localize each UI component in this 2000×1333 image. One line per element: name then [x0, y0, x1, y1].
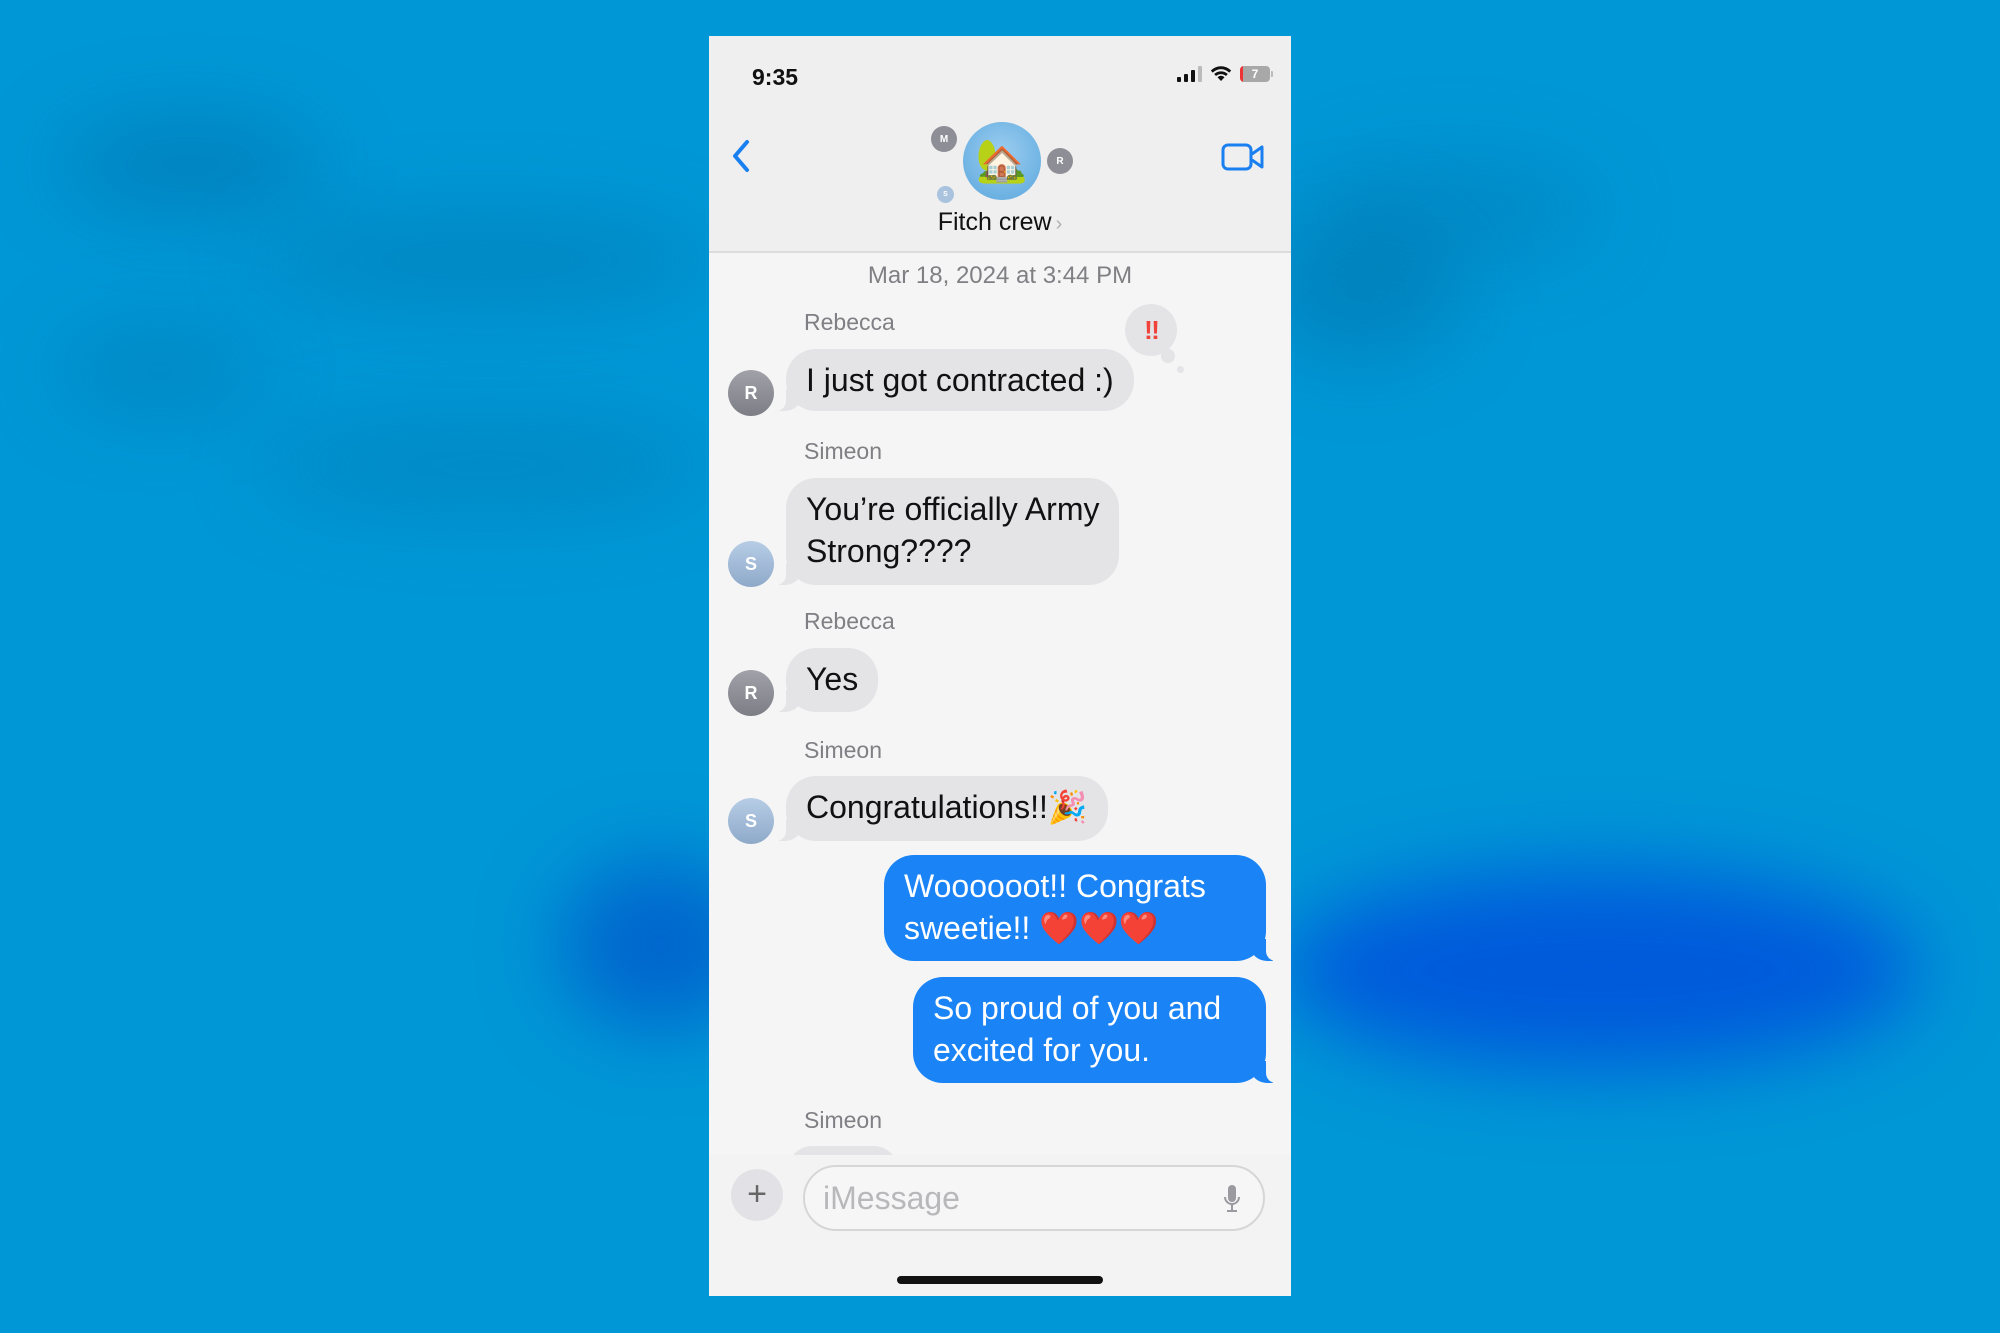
member-avatar-r: R [1047, 148, 1073, 174]
avatar-simeon[interactable]: S [728, 541, 774, 587]
message-text-line: You’re officially Army [806, 491, 1100, 527]
microphone-icon [1224, 1185, 1240, 1212]
message-text: Yes [806, 661, 859, 697]
message-text: Congratulations!!🎉 [806, 789, 1088, 825]
facetime-video-button[interactable] [1221, 142, 1265, 172]
conversation-header: 9:35 7 M 🏡 R S Fitch crew › [709, 36, 1291, 253]
message-bubble-incoming[interactable]: Yes [771, 648, 879, 712]
message-bubble-outgoing[interactable]: Woooooot!! Congrats sweetie!! ❤️❤️❤️ [884, 855, 1280, 961]
message-text-line: excited for you. [933, 1032, 1150, 1068]
back-button[interactable] [727, 136, 757, 176]
group-name: Fitch crew [937, 208, 1052, 236]
battery-level: 7 [1240, 66, 1270, 82]
message-text-line: sweetie!! ❤️❤️❤️ [904, 910, 1159, 946]
house-icon: 🏡 [975, 136, 1029, 184]
background-blob [60, 120, 320, 210]
chevron-right-icon: › [1055, 213, 1063, 235]
sender-name: Simeon [804, 1107, 882, 1133]
avatar-simeon[interactable]: S [728, 798, 774, 844]
conversation-timestamp: Mar 18, 2024 at 3:44 PM [867, 262, 1133, 289]
sender-name: Rebecca [804, 309, 895, 335]
chevron-left-icon [733, 140, 749, 172]
sender-name: Rebecca [804, 608, 895, 634]
message-bubble-incoming[interactable]: Congratulations!!🎉 [772, 776, 1108, 841]
message-bubble-incoming[interactable]: I just got contracted :) [772, 349, 1134, 411]
background-blob [260, 420, 710, 510]
group-avatar[interactable]: 🏡 [963, 122, 1041, 200]
home-indicator[interactable] [897, 1276, 1103, 1284]
avatar-rebecca[interactable]: R [728, 670, 774, 716]
sender-name: Simeon [804, 438, 882, 464]
message-text-line: Woooooot!! Congrats [904, 868, 1206, 904]
group-name-button[interactable]: Fitch crew › [709, 208, 1291, 237]
reaction-tail [1177, 366, 1184, 373]
member-avatar-s: S [937, 186, 954, 203]
background-blob [1280, 870, 1920, 1070]
message-bubble-outgoing[interactable]: So proud of you and excited for you. [913, 977, 1280, 1083]
cellular-signal-icon [1177, 66, 1202, 82]
battery-icon: 7 [1240, 66, 1273, 82]
reaction-tail [1161, 349, 1175, 363]
message-text-line: Strong???? [806, 533, 972, 569]
add-attachment-button[interactable]: + [731, 1169, 783, 1221]
status-time: 9:35 [752, 64, 799, 90]
dictation-button[interactable] [1223, 1183, 1241, 1215]
message-composer: + [709, 1155, 1291, 1296]
avatar-rebecca[interactable]: R [728, 370, 774, 416]
background-blob [260, 220, 710, 300]
background-blob [60, 330, 260, 410]
message-text: I just got contracted :) [806, 362, 1114, 398]
member-avatar-m: M [931, 126, 957, 152]
wifi-icon [1210, 66, 1232, 81]
video-camera-icon [1221, 143, 1264, 171]
message-bubble-incoming[interactable]: You’re officially Army Strong???? [771, 478, 1120, 585]
message-text-line: So proud of you and [933, 990, 1222, 1026]
message-input[interactable] [803, 1165, 1265, 1231]
status-icons: 7 [1177, 66, 1273, 82]
sender-name: Simeon [804, 737, 882, 763]
messages-screen: 9:35 7 M 🏡 R S Fitch crew › Mar 18, 2024… [709, 36, 1291, 1296]
